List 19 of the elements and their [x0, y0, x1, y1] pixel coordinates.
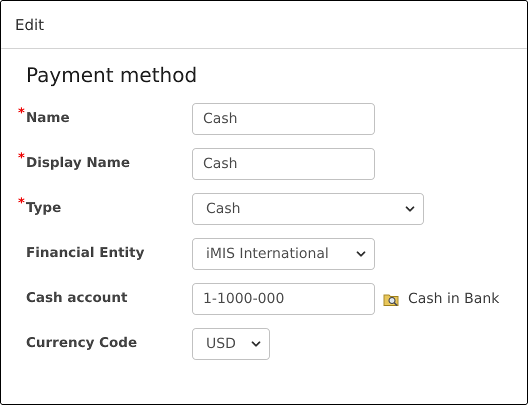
required-marker: * — [18, 106, 25, 121]
folder-search-icon[interactable] — [383, 292, 400, 306]
field-label: Display Name — [26, 155, 130, 171]
required-marker: * — [18, 196, 25, 211]
required-marker: * — [18, 151, 25, 166]
field-label: Currency Code — [26, 335, 138, 351]
dropdown-field[interactable]: iMIS International — [192, 238, 375, 270]
field-label: Cash account — [26, 290, 128, 306]
text-field[interactable]: Cash — [192, 148, 375, 180]
text-field[interactable]: Cash — [192, 103, 375, 135]
window-title: Edit — [15, 16, 44, 34]
field-label: Name — [26, 110, 70, 126]
dropdown-field[interactable]: Cash — [192, 193, 424, 225]
section-title: Payment method — [26, 63, 198, 87]
text-field[interactable]: 1-1000-000 — [192, 283, 375, 315]
field-label: Financial Entity — [26, 245, 144, 261]
field-label: Type — [26, 200, 62, 216]
account-description: Cash in Bank — [408, 291, 500, 307]
dropdown-field[interactable]: USD — [192, 328, 270, 360]
